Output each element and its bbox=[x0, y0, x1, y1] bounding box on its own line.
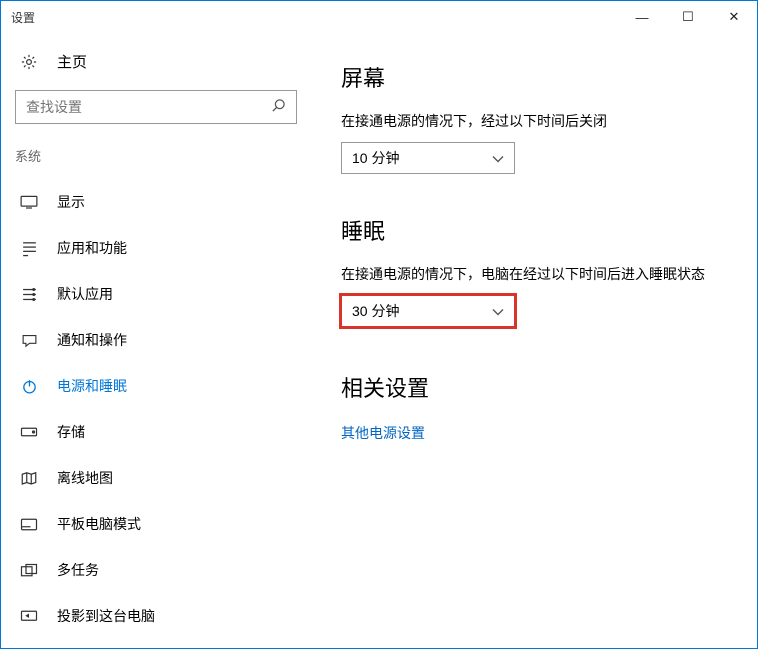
sidebar-item-tablet-mode[interactable]: 平板电脑模式 bbox=[1, 501, 311, 547]
minimize-button[interactable]: — bbox=[619, 1, 665, 33]
storage-icon bbox=[19, 426, 39, 438]
sidebar-item-storage[interactable]: 存储 bbox=[1, 409, 311, 455]
sidebar-item-power-sleep[interactable]: 电源和睡眠 bbox=[1, 363, 311, 409]
screen-timeout-dropdown[interactable]: 10 分钟 bbox=[341, 142, 515, 174]
sidebar-item-label: 离线地图 bbox=[57, 468, 113, 488]
maximize-button[interactable]: ☐ bbox=[665, 1, 711, 33]
category-label: 系统 bbox=[1, 142, 311, 179]
power-icon bbox=[19, 378, 39, 395]
tablet-icon bbox=[19, 517, 39, 532]
content-pane: 屏幕 在接通电源的情况下，经过以下时间后关闭 10 分钟 睡眠 在接通电源的情况… bbox=[311, 33, 757, 648]
multitask-icon bbox=[19, 563, 39, 578]
search-input[interactable] bbox=[26, 99, 271, 115]
sidebar: 主页 系统 显示 应用和功能 bbox=[1, 33, 311, 648]
sidebar-item-label: 默认应用 bbox=[57, 284, 113, 304]
sleep-timeout-dropdown[interactable]: 30 分钟 bbox=[341, 295, 515, 327]
related-heading: 相关设置 bbox=[341, 371, 729, 403]
titlebar: 设置 — ☐ ✕ bbox=[1, 1, 757, 33]
chevron-down-icon bbox=[492, 303, 504, 319]
sidebar-item-project[interactable]: 投影到这台电脑 bbox=[1, 593, 311, 639]
sidebar-item-label: 平板电脑模式 bbox=[57, 514, 141, 534]
home-label: 主页 bbox=[57, 51, 87, 72]
gear-icon bbox=[19, 53, 39, 71]
screen-timeout-value: 10 分钟 bbox=[352, 148, 399, 168]
sidebar-item-label: 存储 bbox=[57, 422, 85, 442]
sidebar-item-label: 电源和睡眠 bbox=[57, 376, 127, 396]
sleep-heading: 睡眠 bbox=[341, 214, 729, 246]
screen-desc: 在接通电源的情况下，经过以下时间后关闭 bbox=[341, 111, 729, 132]
notifications-icon bbox=[19, 333, 39, 348]
search-icon bbox=[271, 98, 286, 117]
sidebar-item-default-apps[interactable]: 默认应用 bbox=[1, 271, 311, 317]
sleep-desc: 在接通电源的情况下，电脑在经过以下时间后进入睡眠状态 bbox=[341, 264, 729, 285]
sidebar-item-label: 应用和功能 bbox=[57, 238, 127, 258]
map-icon bbox=[19, 470, 39, 486]
default-apps-icon bbox=[19, 286, 39, 303]
sidebar-item-label: 投影到这台电脑 bbox=[57, 606, 155, 626]
sidebar-item-multitasking[interactable]: 多任务 bbox=[1, 547, 311, 593]
sidebar-item-display[interactable]: 显示 bbox=[1, 179, 311, 225]
apps-icon bbox=[19, 240, 39, 257]
window-title: 设置 bbox=[11, 9, 619, 26]
home-button[interactable]: 主页 bbox=[1, 43, 311, 90]
sidebar-item-label: 显示 bbox=[57, 192, 85, 212]
sleep-timeout-value: 30 分钟 bbox=[352, 301, 399, 321]
sidebar-item-notifications[interactable]: 通知和操作 bbox=[1, 317, 311, 363]
sidebar-item-offline-maps[interactable]: 离线地图 bbox=[1, 455, 311, 501]
window-controls: — ☐ ✕ bbox=[619, 1, 757, 33]
sidebar-item-label: 多任务 bbox=[57, 560, 99, 580]
screen-heading: 屏幕 bbox=[341, 61, 729, 93]
display-icon bbox=[19, 195, 39, 209]
sidebar-item-label: 通知和操作 bbox=[57, 330, 127, 350]
search-input-wrap[interactable] bbox=[15, 90, 297, 124]
other-power-settings-link[interactable]: 其他电源设置 bbox=[341, 423, 729, 443]
project-icon bbox=[19, 609, 39, 624]
close-button[interactable]: ✕ bbox=[711, 1, 757, 33]
sidebar-item-apps[interactable]: 应用和功能 bbox=[1, 225, 311, 271]
chevron-down-icon bbox=[492, 150, 504, 166]
